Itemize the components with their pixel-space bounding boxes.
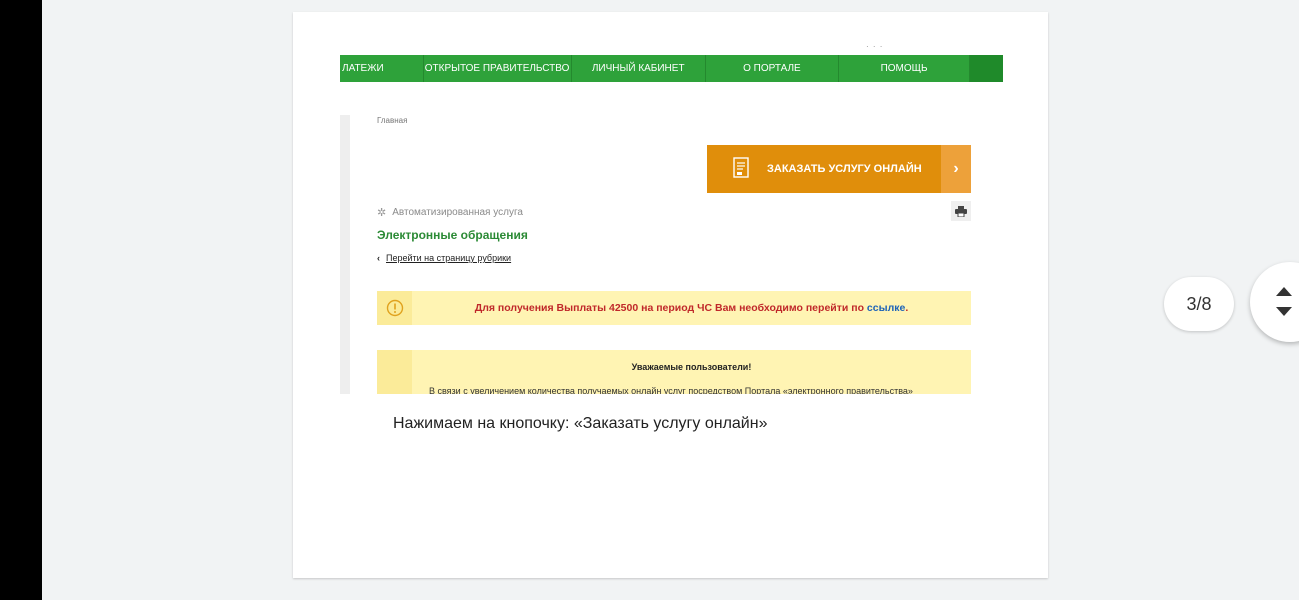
order-button-label: ЗАКАЗАТЬ УСЛУГУ ОНЛАЙН	[767, 163, 922, 175]
alert-text: Для получения Выплаты 42500 на период ЧС…	[412, 302, 971, 314]
back-to-rubric-link[interactable]: ‹ Перейти на страницу рубрики	[377, 253, 511, 263]
gear-icon: ✲	[377, 207, 387, 219]
arrow-up-icon[interactable]	[1276, 287, 1292, 296]
document-icon	[733, 157, 749, 178]
page-title: Электронные обращения	[377, 228, 528, 242]
notice-side-strip	[377, 350, 412, 394]
chevron-left-icon: ‹	[377, 253, 380, 263]
notice-text: В связи с увеличением количества получае…	[429, 386, 913, 394]
payment-alert-banner: Для получения Выплаты 42500 на период ЧС…	[377, 291, 971, 325]
notice-title: Уважаемые пользователи!	[631, 362, 752, 372]
alert-icon-box	[377, 291, 412, 325]
breadcrumb[interactable]: Главная	[377, 116, 407, 125]
print-button[interactable]	[951, 201, 971, 221]
nav-item-personal-account[interactable]: ЛИЧНЫЙ КАБИНЕТ	[572, 55, 706, 82]
order-service-online-button[interactable]: ЗАКАЗАТЬ УСЛУГУ ОНЛАЙН ›	[707, 145, 971, 193]
page-navigation-control	[1250, 262, 1299, 342]
service-type-label: ✲ Автоматизированная услуга	[377, 206, 523, 219]
arrow-down-icon[interactable]	[1276, 307, 1292, 316]
chevron-right-icon: ›	[941, 145, 971, 193]
users-notice-box: Уважаемые пользователи! В связи с увелич…	[377, 350, 971, 394]
slide-page: · · · ЛАТЕЖИ ОТКРЫТОЕ ПРАВИТЕЛЬСТВО ЛИЧН…	[293, 12, 1048, 578]
left-sidebar-bar	[0, 0, 42, 600]
portal-nav-bar: ЛАТЕЖИ ОТКРЫТОЕ ПРАВИТЕЛЬСТВО ЛИЧНЫЙ КАБ…	[340, 55, 1003, 82]
cropped-header-text: · · ·	[866, 42, 884, 51]
alert-message: Для получения Выплаты 42500 на период ЧС…	[474, 302, 867, 314]
left-gray-strip	[340, 115, 350, 394]
nav-end-block	[970, 55, 1003, 82]
service-type-text: Автоматизированная услуга	[392, 207, 523, 218]
info-icon	[386, 299, 403, 317]
slide-caption: Нажимаем на кнопочку: «Заказать услугу о…	[393, 415, 768, 432]
alert-link[interactable]: ссылке	[867, 302, 905, 314]
page-counter: 3/8	[1164, 277, 1234, 331]
nav-item-payments[interactable]: ЛАТЕЖИ	[340, 55, 424, 82]
nav-item-open-government[interactable]: ОТКРЫТОЕ ПРАВИТЕЛЬСТВО	[424, 55, 572, 82]
back-link-text: Перейти на страницу рубрики	[386, 253, 512, 263]
printer-icon	[955, 205, 967, 217]
nav-item-help[interactable]: ПОМОЩЬ	[839, 55, 971, 82]
alert-end: .	[905, 302, 909, 314]
nav-item-about-portal[interactable]: О ПОРТАЛЕ	[706, 55, 839, 82]
website-screenshot: · · · ЛАТЕЖИ ОТКРЫТОЕ ПРАВИТЕЛЬСТВО ЛИЧН…	[340, 40, 1003, 394]
